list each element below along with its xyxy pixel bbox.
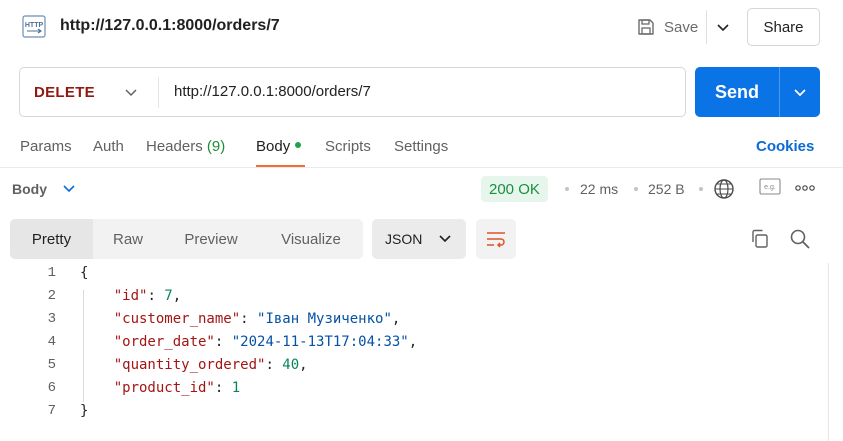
method-select[interactable]: DELETE xyxy=(34,84,95,101)
code-line: 4 "order_date": "2024-11-13T17:04:33", xyxy=(0,332,828,355)
meta-separator xyxy=(565,187,569,191)
json-key: "product_id" xyxy=(113,380,215,396)
meta-separator xyxy=(634,187,638,191)
response-size[interactable]: 252 B xyxy=(648,181,685,197)
meta-separator xyxy=(699,187,703,191)
tab-headers-count: (9) xyxy=(206,138,226,155)
line-number: 6 xyxy=(47,380,56,396)
json-key: "id" xyxy=(113,288,148,304)
tab-scripts[interactable]: Scripts xyxy=(325,138,371,155)
url-bar: DELETE xyxy=(19,67,686,117)
save-button[interactable]: Save xyxy=(628,10,706,44)
save-options-button[interactable] xyxy=(712,15,734,39)
format-label: JSON xyxy=(385,231,423,247)
response-body-editor[interactable]: 1 { 2 "id": 7, 3 "customer_name": "Іван … xyxy=(0,263,828,441)
code-line: 5 "quantity_ordered": 40, xyxy=(0,355,828,378)
line-number: 5 xyxy=(47,357,56,373)
tab-settings[interactable]: Settings xyxy=(394,138,448,155)
url-divider xyxy=(158,77,159,108)
wrap-lines-button[interactable] xyxy=(476,219,516,259)
response-header: Body 200 OK 22 ms 252 B e.g. xyxy=(0,172,843,206)
tab-body-label: Body xyxy=(256,138,291,155)
code-text: "product_id": 1 xyxy=(113,380,241,396)
save-example-icon[interactable]: e.g. xyxy=(759,178,781,196)
code-text: "id": 7, xyxy=(113,288,182,304)
save-divider xyxy=(706,10,707,44)
status-badge[interactable]: 200 OK xyxy=(481,176,548,202)
request-title[interactable]: http://127.0.0.1:8000/orders/7 xyxy=(60,17,280,35)
tab-body[interactable]: Body xyxy=(256,138,302,155)
more-options-icon[interactable] xyxy=(795,184,815,192)
code-line: 2 "id": 7, xyxy=(0,286,828,309)
active-tab-underline xyxy=(256,165,305,167)
tab-params[interactable]: Params xyxy=(20,138,72,155)
tab-headers[interactable]: Headers (9) xyxy=(146,138,225,155)
line-number: 4 xyxy=(47,334,56,350)
save-label: Save xyxy=(664,18,699,36)
chevron-down-icon xyxy=(794,89,806,97)
globe-icon[interactable] xyxy=(713,178,735,200)
line-number: 7 xyxy=(47,403,56,419)
response-section-label[interactable]: Body xyxy=(12,181,47,197)
json-value: "2024-11-13T17:04:33" xyxy=(231,334,409,350)
eg-text: e.g. xyxy=(764,184,776,191)
json-key: "order_date" xyxy=(113,334,215,350)
view-visualize[interactable]: Visualize xyxy=(259,219,363,259)
chevron-down-icon[interactable] xyxy=(124,84,138,100)
wrap-lines-icon xyxy=(487,232,505,248)
line-number: 3 xyxy=(47,311,56,327)
share-button[interactable]: Share xyxy=(747,8,820,46)
send-options-button[interactable] xyxy=(780,67,820,117)
view-mode-switcher: Pretty Raw Preview Visualize xyxy=(10,219,363,259)
indent-guide xyxy=(83,290,84,402)
code-text: "quantity_ordered": 40, xyxy=(113,357,308,373)
response-time[interactable]: 22 ms xyxy=(580,181,618,197)
line-number: 2 xyxy=(47,288,56,304)
code-line: 3 "customer_name": "Іван Музиченко", xyxy=(0,309,828,332)
request-tabs: Params Auth Headers (9) Body Scripts Set… xyxy=(0,134,843,168)
tab-headers-label: Headers xyxy=(146,138,203,155)
code-text: "order_date": "2024-11-13T17:04:33", xyxy=(113,334,418,350)
json-key: "customer_name" xyxy=(113,311,241,327)
body-indicator-dot xyxy=(295,142,302,149)
copy-icon[interactable] xyxy=(750,229,770,249)
send-button-group: Send xyxy=(695,67,820,117)
http-request-icon: HTTP xyxy=(22,15,46,38)
code-line: 7 } xyxy=(0,401,828,424)
json-value: "Іван Музиченко" xyxy=(257,311,392,327)
format-select[interactable]: JSON xyxy=(372,219,466,259)
chevron-down-icon xyxy=(717,24,729,32)
line-number: 1 xyxy=(47,265,56,281)
code-text: { xyxy=(80,265,89,281)
code-text: } xyxy=(80,403,89,419)
view-raw[interactable]: Raw xyxy=(93,219,163,259)
send-button[interactable]: Send xyxy=(695,67,779,117)
view-pretty[interactable]: Pretty xyxy=(10,219,93,259)
cookies-link[interactable]: Cookies xyxy=(756,138,814,155)
json-key: "quantity_ordered" xyxy=(113,357,266,373)
chevron-down-icon xyxy=(439,235,451,243)
json-value: 1 xyxy=(231,380,241,396)
json-value: 7 xyxy=(164,288,173,304)
save-icon xyxy=(638,19,654,35)
http-icon-text: HTTP xyxy=(25,22,44,29)
chevron-down-icon[interactable] xyxy=(62,182,76,196)
url-input[interactable] xyxy=(174,83,654,100)
view-preview[interactable]: Preview xyxy=(163,219,259,259)
json-value: 40 xyxy=(282,357,300,373)
tab-auth[interactable]: Auth xyxy=(93,138,124,155)
search-icon[interactable] xyxy=(789,228,811,250)
editor-scrollbar[interactable] xyxy=(828,263,829,441)
code-text: "customer_name": "Іван Музиченко", xyxy=(113,311,401,327)
code-line: 6 "product_id": 1 xyxy=(0,378,828,401)
request-title-bar: HTTP http://127.0.0.1:8000/orders/7 Save… xyxy=(0,0,843,56)
code-line: 1 { xyxy=(0,263,828,286)
